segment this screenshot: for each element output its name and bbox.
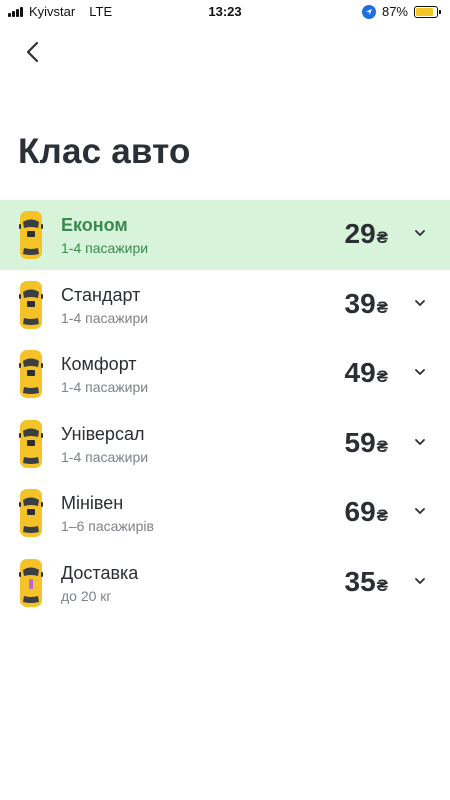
car-class-subtitle: 1-4 пасажири	[61, 309, 149, 326]
car-class-row-1[interactable]: Економ 1-4 пасажири 29 ₴	[0, 200, 450, 270]
location-icon	[361, 4, 376, 19]
currency-symbol: ₴	[376, 297, 388, 317]
chevron-down-icon[interactable]	[414, 298, 426, 308]
car-class-subtitle: 1-4 пасажири	[61, 448, 149, 465]
battery-fill	[416, 7, 434, 16]
car-class-price: 39 ₴	[345, 288, 389, 320]
price-value: 29	[344, 218, 376, 249]
car-class-subtitle: до 20 кг	[61, 587, 112, 604]
car-class-name: Доставка	[61, 562, 139, 583]
standard-car-icon	[19, 280, 43, 329]
car-class-subtitle: 1-4 пасажири	[61, 379, 149, 395]
economy-car-icon	[19, 211, 43, 259]
car-class-row-6[interactable]: Доставка до 20 кг 35 ₴	[0, 548, 450, 618]
price-value: 69	[344, 496, 376, 527]
battery-icon	[414, 5, 441, 18]
price-value: 49	[344, 357, 376, 388]
chevron-down-icon[interactable]	[414, 576, 426, 586]
car-class-name: Мінівен	[61, 493, 124, 513]
car-class-row-4[interactable]: Універсал 1-4 пасажири 59 ₴	[0, 409, 450, 479]
car-class-name: Комфорт	[61, 354, 137, 374]
battery-percent: 87%	[381, 4, 408, 19]
price-value: 39	[344, 287, 376, 319]
price-value: 59	[344, 426, 376, 458]
delivery-car-icon	[19, 558, 43, 607]
car-class-subtitle: 1-4 пасажири	[61, 240, 149, 256]
car-class-row-3[interactable]: Комфорт 1-4 пасажири 49 ₴	[0, 339, 450, 409]
currency-symbol: ₴	[376, 228, 388, 247]
page-title: Клас авто	[18, 132, 191, 171]
price-value: 35	[344, 565, 376, 597]
car-class-row-2[interactable]: Стандарт 1-4 пасажири 39 ₴	[0, 270, 450, 340]
chevron-down-icon[interactable]	[414, 367, 426, 377]
wagon-car-icon	[19, 419, 43, 468]
minivan-car-icon	[19, 489, 43, 537]
currency-symbol: ₴	[376, 367, 388, 386]
car-class-list: Економ 1-4 пасажири 29 ₴ Стандарт 1-4 пас…	[0, 200, 450, 617]
car-class-row-5[interactable]: Мінівен 1–6 пасажирів 69 ₴	[0, 478, 450, 548]
back-button[interactable]	[20, 38, 48, 66]
chevron-left-icon	[26, 41, 39, 63]
car-class-price: 29 ₴	[345, 218, 389, 250]
currency-symbol: ₴	[376, 575, 388, 595]
car-class-price: 35 ₴	[345, 566, 389, 598]
currency-symbol: ₴	[376, 506, 388, 525]
chevron-down-icon[interactable]	[414, 228, 426, 238]
currency-symbol: ₴	[376, 436, 388, 456]
car-class-price: 49 ₴	[345, 357, 389, 389]
car-class-price: 59 ₴	[345, 427, 389, 459]
status-right: 87%	[361, 4, 441, 19]
car-class-name: Універсал	[61, 423, 145, 444]
car-class-price: 69 ₴	[345, 496, 389, 528]
chevron-down-icon[interactable]	[414, 437, 426, 447]
car-class-name: Економ	[61, 215, 128, 235]
status-bar: Kyivstar LTE 13:23 87%	[0, 0, 450, 24]
comfort-car-icon	[19, 350, 43, 398]
car-class-subtitle: 1–6 пасажирів	[61, 518, 154, 534]
car-class-name: Стандарт	[61, 284, 141, 305]
chevron-down-icon[interactable]	[414, 506, 426, 516]
